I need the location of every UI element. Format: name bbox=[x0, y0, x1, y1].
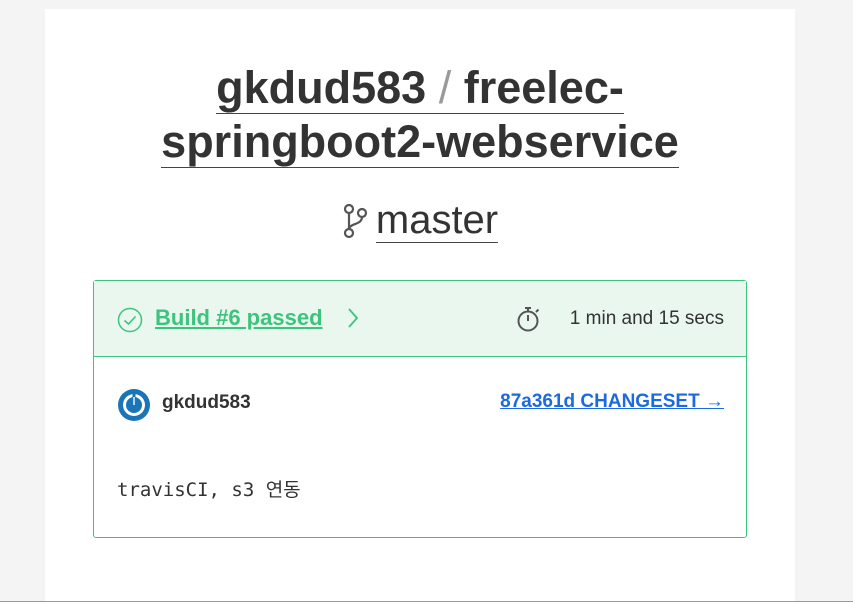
repo-owner-link[interactable]: gkdud583 / freelec- bbox=[216, 62, 624, 114]
build-summary: Build #6 passed 1 min and 15 secs gkdud5… bbox=[93, 280, 747, 538]
repo-separator: / bbox=[438, 62, 452, 113]
repo-name-part1: freelec- bbox=[463, 62, 624, 113]
repo-title: gkdud583 / freelec- springboot2-webservi… bbox=[45, 61, 795, 169]
build-header: Build #6 passed 1 min and 15 secs bbox=[94, 281, 746, 357]
changeset-link[interactable]: 87a361d CHANGESET → bbox=[500, 390, 724, 414]
commit-author: gkdud583 bbox=[162, 392, 251, 413]
commit-message: travisCI, s3 연동 bbox=[117, 479, 301, 501]
avatar bbox=[117, 388, 151, 427]
repo-name-link[interactable]: springboot2-webservice bbox=[161, 116, 679, 168]
branch-link[interactable]: master bbox=[375, 198, 499, 243]
git-branch-icon bbox=[342, 201, 368, 251]
build-duration: 1 min and 15 secs bbox=[569, 308, 724, 329]
build-status-link[interactable]: Build #6 passed bbox=[155, 304, 323, 332]
check-circle-icon bbox=[117, 307, 143, 338]
repo-owner: gkdud583 bbox=[216, 62, 427, 113]
repo-name-part2: springboot2-webservice bbox=[161, 116, 679, 167]
chevron-right-icon[interactable] bbox=[347, 307, 359, 334]
branch-row: master bbox=[45, 195, 795, 251]
build-card: gkdud583 / freelec- springboot2-webservi… bbox=[45, 9, 795, 602]
stopwatch-icon bbox=[516, 305, 542, 338]
